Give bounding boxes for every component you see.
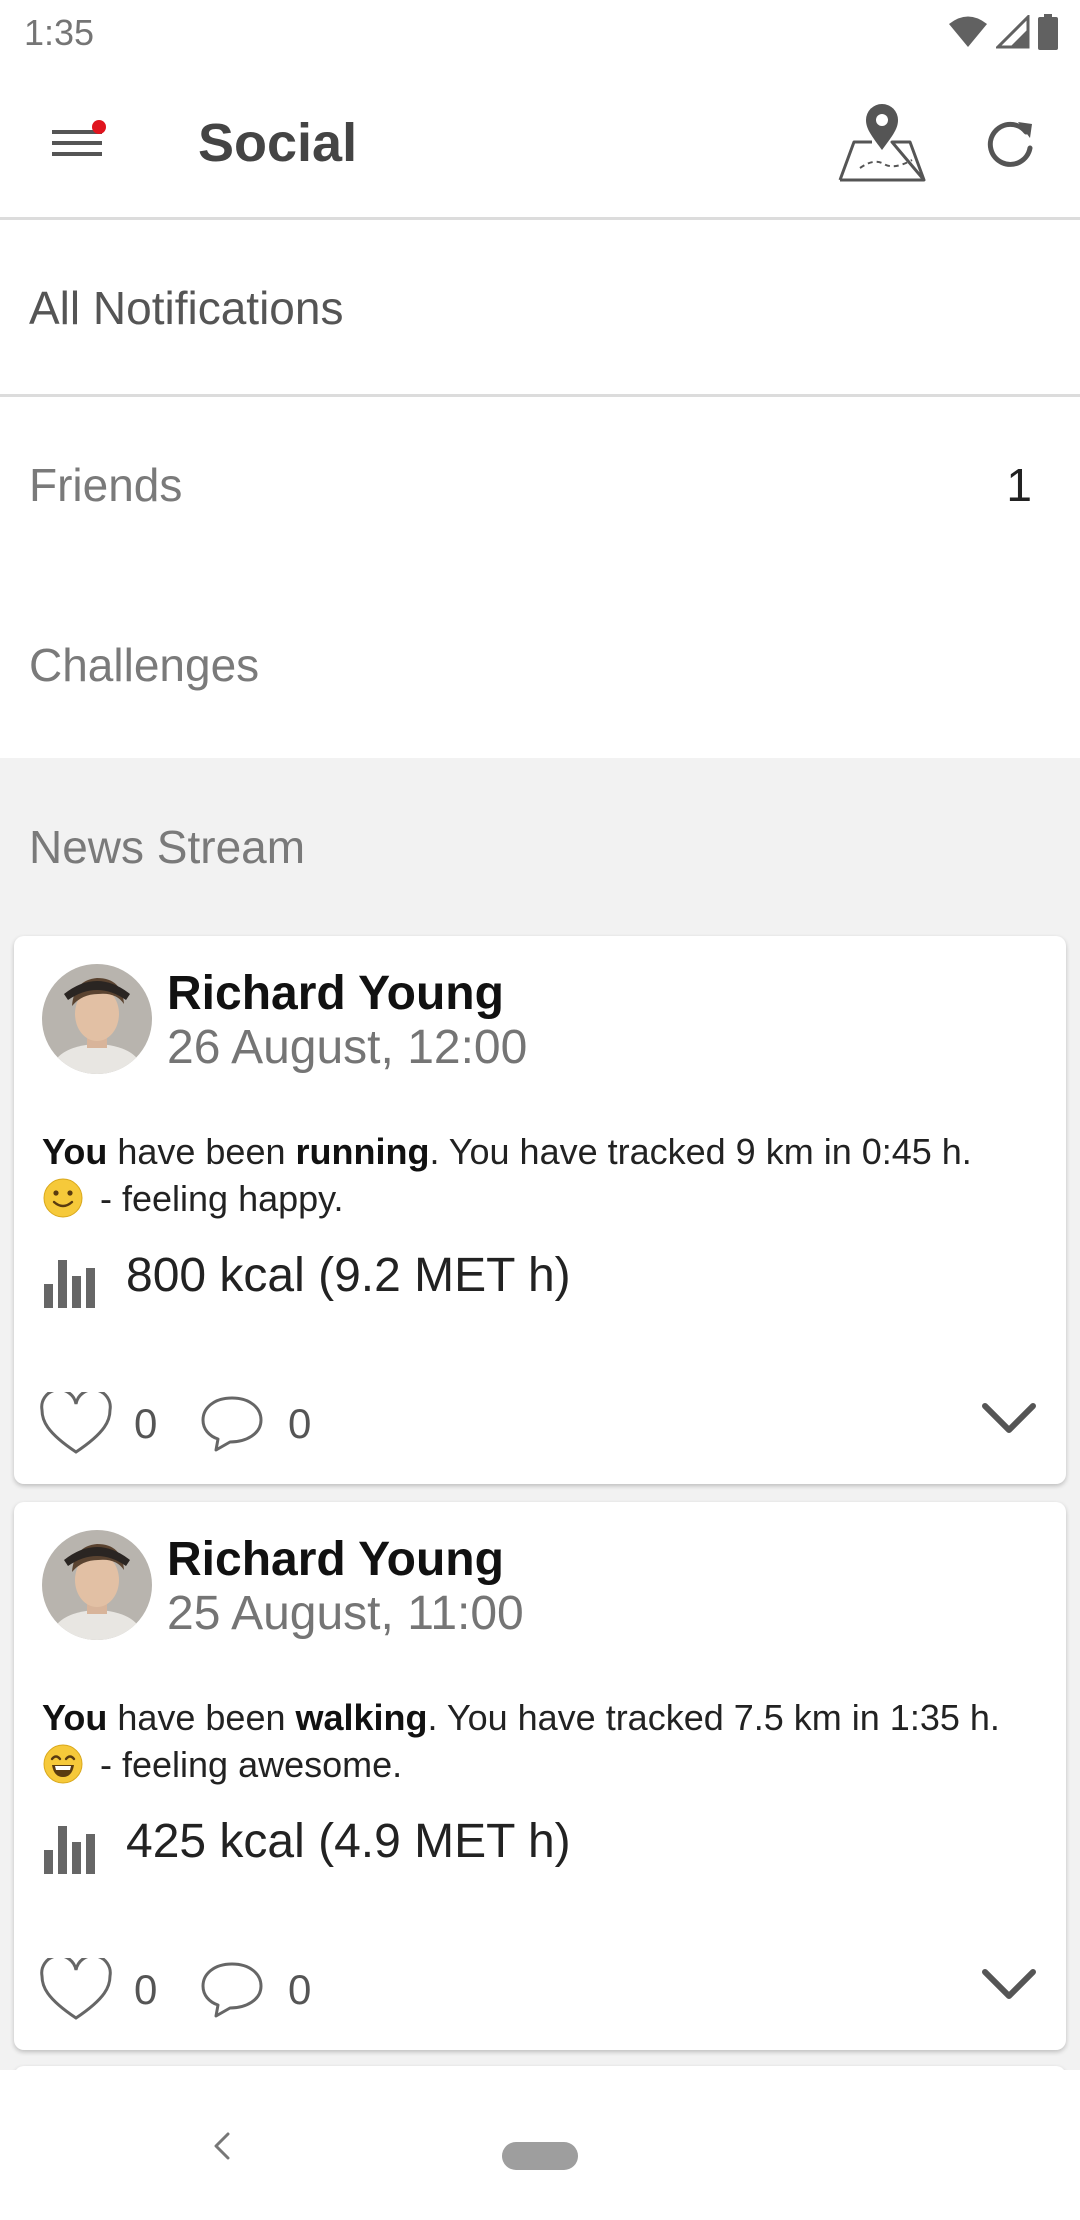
- post-subject: You: [42, 1131, 108, 1172]
- avatar[interactable]: [42, 1530, 152, 1640]
- refresh-icon: [987, 121, 1033, 167]
- menu-button[interactable]: [44, 110, 110, 176]
- app-bar: Social: [0, 66, 1080, 220]
- battery-icon: [1038, 14, 1058, 50]
- post-author[interactable]: Richard Young: [167, 966, 504, 1021]
- system-navigation-bar: [0, 2070, 1080, 2220]
- status-bar: 1:35: [0, 0, 1080, 66]
- signal-icon: [996, 15, 1030, 49]
- news-stream: News Stream Richard Young 26 August, 12:…: [0, 758, 1080, 2126]
- wifi-icon: [949, 16, 987, 47]
- friends-label: Friends: [29, 459, 183, 511]
- all-notifications-label: All Notifications: [29, 282, 344, 334]
- post-text: . You have tracked 9 km in 0:45 h.: [429, 1131, 972, 1172]
- home-button[interactable]: [502, 2142, 578, 2170]
- status-time: 1:35: [24, 12, 95, 53]
- comment-count: 0: [288, 1400, 312, 1447]
- post-description: You have been walking. You have tracked …: [42, 1694, 1042, 1788]
- post-subject: You: [42, 1697, 108, 1738]
- post-date: 26 August, 12:00: [167, 1021, 528, 1074]
- notification-dot: [92, 120, 106, 134]
- friends-count: 1: [1006, 459, 1032, 511]
- comment-count: 0: [288, 1966, 312, 2013]
- like-count: 0: [134, 1966, 158, 2013]
- heart-icon[interactable]: [40, 1958, 112, 2024]
- challenges-label: Challenges: [29, 639, 260, 691]
- post-date: 25 August, 11:00: [167, 1587, 524, 1640]
- comment-icon[interactable]: [200, 1960, 264, 2020]
- post-description: You have been running. You have tracked …: [42, 1128, 1042, 1222]
- bar-chart-icon: [44, 1826, 95, 1874]
- comment-icon[interactable]: [200, 1394, 264, 1454]
- all-notifications-row[interactable]: All Notifications: [0, 223, 1080, 397]
- chevron-down-icon[interactable]: [980, 1964, 1038, 2004]
- post-author[interactable]: Richard Young: [167, 1532, 504, 1587]
- map-button[interactable]: [834, 102, 930, 186]
- avatar[interactable]: [42, 964, 152, 1074]
- post-text: have been: [107, 1131, 296, 1172]
- bar-chart-icon: [44, 1260, 95, 1308]
- post-stats: 425 kcal (4.9 MET h): [126, 1815, 571, 1868]
- refresh-button[interactable]: [982, 116, 1038, 172]
- happy-face-icon: [43, 1178, 83, 1218]
- user-avatar-icon: [42, 964, 152, 1074]
- back-icon[interactable]: [204, 2126, 240, 2166]
- news-stream-title: News Stream: [29, 821, 306, 873]
- challenges-row[interactable]: Challenges: [0, 580, 1080, 758]
- post-activity: running: [295, 1131, 430, 1172]
- post-activity: walking: [295, 1697, 428, 1738]
- chevron-down-icon[interactable]: [980, 1398, 1038, 1438]
- post-text: . You have tracked 7.5 km in 1:35 h.: [427, 1697, 1000, 1738]
- post-mood: - feeling happy.: [90, 1178, 344, 1219]
- post-text: have been: [107, 1697, 296, 1738]
- status-icons: [948, 14, 1058, 50]
- grinning-face-icon: [43, 1744, 83, 1784]
- post-mood: - feeling awesome.: [90, 1744, 403, 1785]
- heart-icon[interactable]: [40, 1392, 112, 1458]
- user-avatar-icon: [42, 1530, 152, 1640]
- friends-row[interactable]: Friends 1: [0, 400, 1080, 580]
- post-stats: 800 kcal (9.2 MET h): [126, 1249, 571, 1302]
- news-card[interactable]: Richard Young 26 August, 12:00 You have …: [14, 936, 1066, 1484]
- page-title: Social: [198, 113, 358, 173]
- like-count: 0: [134, 1400, 158, 1447]
- news-card[interactable]: Richard Young 25 August, 11:00 You have …: [14, 1502, 1066, 2050]
- map-pin-icon: [838, 104, 926, 182]
